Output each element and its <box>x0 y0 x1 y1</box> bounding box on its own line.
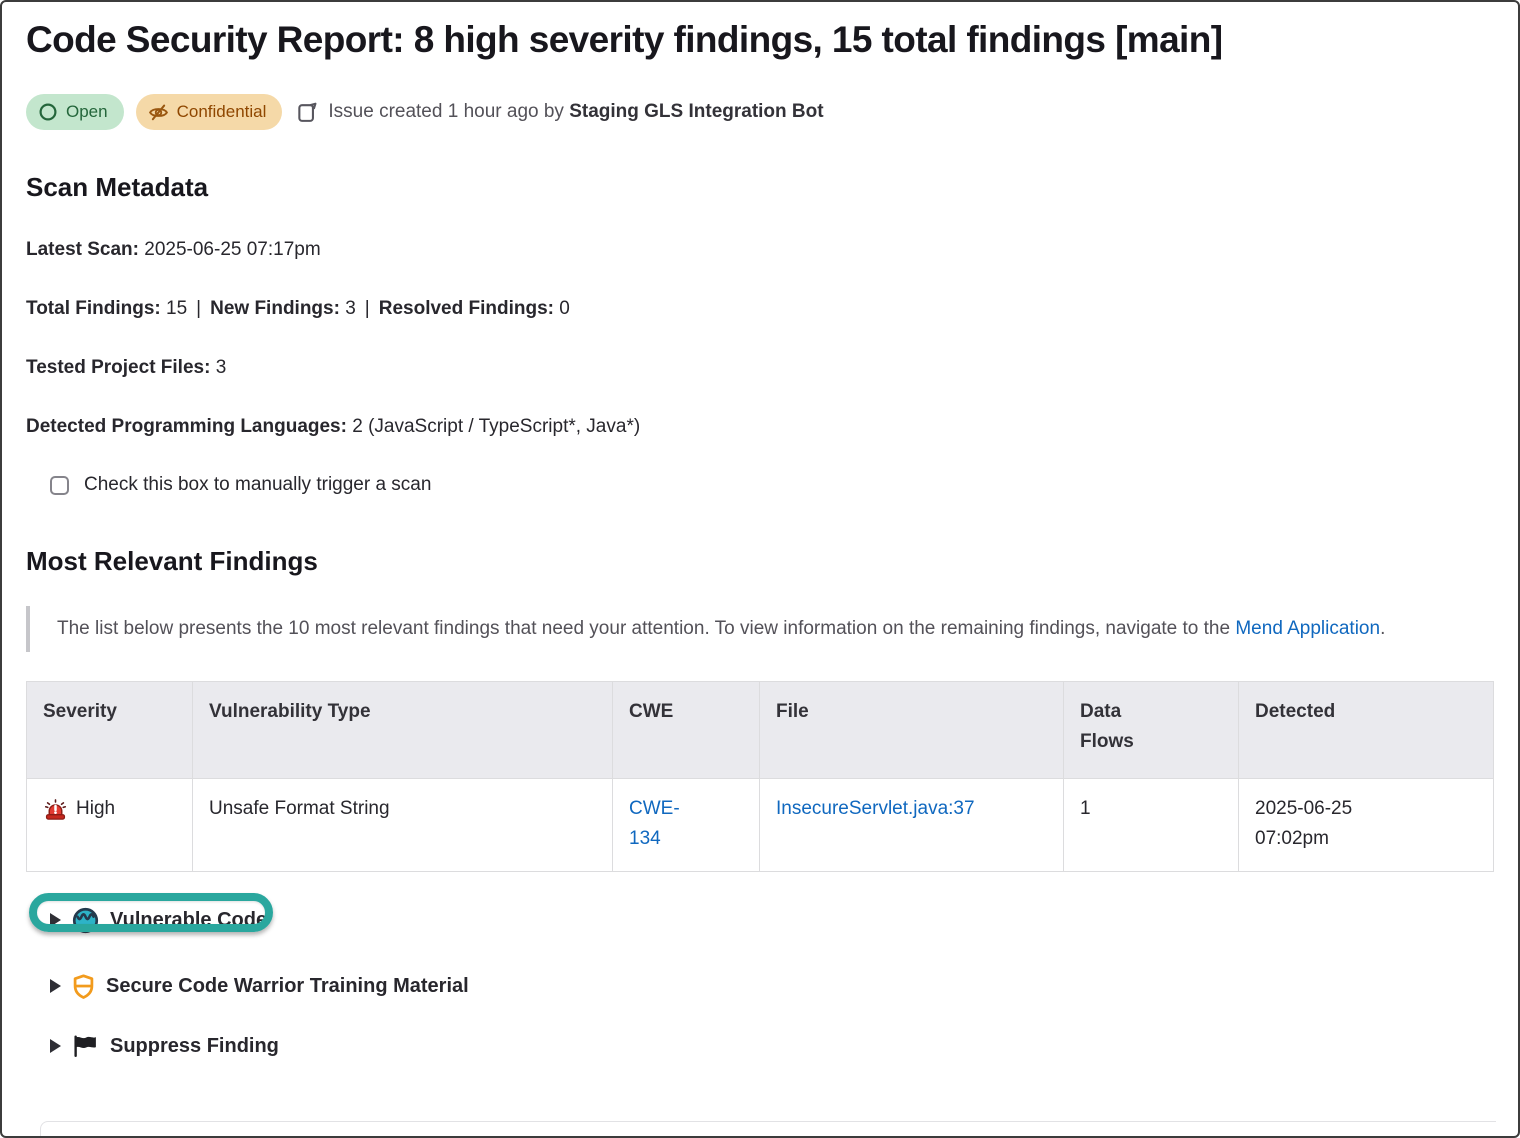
languages-line: Detected Programming Languages: 2 (JavaS… <box>26 414 1494 440</box>
next-section-cutoff <box>40 1121 1496 1137</box>
col-header-severity: Severity <box>27 682 193 779</box>
col-header-detected: Detected <box>1239 682 1494 779</box>
detected-cell: 2025-06-25 07:02pm <box>1239 779 1494 872</box>
details-suppress-finding-label: Suppress Finding <box>110 1035 279 1058</box>
col-header-file: File <box>760 682 1064 779</box>
issue-type-icon <box>296 101 319 124</box>
total-findings-value: 15 <box>166 298 187 319</box>
data-flows-cell: 1 <box>1064 779 1239 872</box>
details-secure-code-warrior[interactable]: Secure Code Warrior Training Material <box>50 964 469 1008</box>
mend-icon <box>72 907 99 934</box>
findings-note-period: . <box>1380 618 1385 639</box>
file-cell: InsecureServlet.java:37 <box>760 779 1064 872</box>
latest-scan-value: 2025-06-25 07:17pm <box>144 239 320 260</box>
confidential-badge-label: Confidential <box>177 102 267 122</box>
flag-icon <box>72 1034 99 1059</box>
issue-author: Staging GLS Integration Bot <box>569 101 823 122</box>
resolved-findings-label: Resolved Findings: <box>379 298 554 319</box>
details-secure-code-warrior-label: Secure Code Warrior Training Material <box>106 975 469 998</box>
details-suppress-finding[interactable]: Suppress Finding <box>50 1024 279 1068</box>
severity-cell: High <box>27 779 193 872</box>
findings-counts-line: Total Findings: 15|New Findings: 3|Resol… <box>26 296 1494 322</box>
collapsed-triangle-icon <box>50 1039 61 1053</box>
vulnerability-type-cell: Unsafe Format String <box>193 779 613 872</box>
page-title: Code Security Report: 8 high severity fi… <box>26 17 1494 63</box>
new-findings-label: New Findings: <box>210 298 340 319</box>
issue-created-text: Issue created 1 hour ago by Staging GLS … <box>328 101 823 123</box>
issue-page: Code Security Report: 8 high severity fi… <box>0 0 1520 1138</box>
separator: | <box>356 298 379 319</box>
shield-icon <box>72 974 95 999</box>
col-header-data-flows: Data Flows <box>1064 682 1239 779</box>
status-badge-open: Open <box>26 94 124 130</box>
latest-scan-label: Latest Scan: <box>26 239 139 260</box>
siren-icon <box>43 797 68 822</box>
tested-files-label: Tested Project Files: <box>26 357 210 378</box>
col-header-cwe: CWE <box>613 682 760 779</box>
details-vulnerable-code-label: Vulnerable Code <box>110 909 267 932</box>
separator: | <box>187 298 210 319</box>
status-row: Open Confidential Issue created 1 hour a… <box>26 94 1494 130</box>
new-findings-value: 3 <box>345 298 356 319</box>
most-relevant-findings-heading: Most Relevant Findings <box>26 546 1494 577</box>
tested-files-line: Tested Project Files: 3 <box>26 355 1494 381</box>
languages-value: 2 (JavaScript / TypeScript*, Java*) <box>352 416 640 437</box>
cwe-cell: CWE-134 <box>613 779 760 872</box>
scan-metadata-heading: Scan Metadata <box>26 172 1494 203</box>
resolved-findings-value: 0 <box>559 298 570 319</box>
tested-files-value: 3 <box>216 357 227 378</box>
col-header-vulnerability-type: Vulnerability Type <box>193 682 613 779</box>
cwe-link[interactable]: CWE-134 <box>629 794 699 854</box>
issue-created-line: Issue created 1 hour ago by Staging GLS … <box>296 101 823 124</box>
latest-scan-line: Latest Scan: 2025-06-25 07:17pm <box>26 237 1494 263</box>
findings-note: The list below presents the 10 most rele… <box>26 606 1476 652</box>
collapsed-triangle-icon <box>50 979 61 993</box>
collapsed-triangle-icon <box>50 913 61 927</box>
file-link[interactable]: InsecureServlet.java:37 <box>776 798 975 819</box>
trigger-scan-row: Check this box to manually trigger a sca… <box>50 474 1494 496</box>
findings-note-text: The list below presents the 10 most rele… <box>57 618 1230 639</box>
confidential-badge: Confidential <box>136 94 283 130</box>
finding-row: High Unsafe Format String CWE-134 Insecu… <box>27 779 1494 872</box>
findings-table: Severity Vulnerability Type CWE File Dat… <box>26 681 1494 872</box>
languages-label: Detected Programming Languages: <box>26 416 347 437</box>
details-vulnerable-code[interactable]: Vulnerable Code <box>50 898 267 942</box>
mend-application-link[interactable]: Mend Application <box>1235 618 1380 639</box>
eye-slash-icon <box>148 102 169 123</box>
trigger-scan-label: Check this box to manually trigger a sca… <box>84 474 431 496</box>
status-badge-open-label: Open <box>66 102 108 122</box>
trigger-scan-checkbox[interactable] <box>50 476 69 495</box>
findings-table-header-row: Severity Vulnerability Type CWE File Dat… <box>27 682 1494 779</box>
open-circle-icon <box>38 102 58 122</box>
severity-value: High <box>76 794 115 824</box>
total-findings-label: Total Findings: <box>26 298 161 319</box>
